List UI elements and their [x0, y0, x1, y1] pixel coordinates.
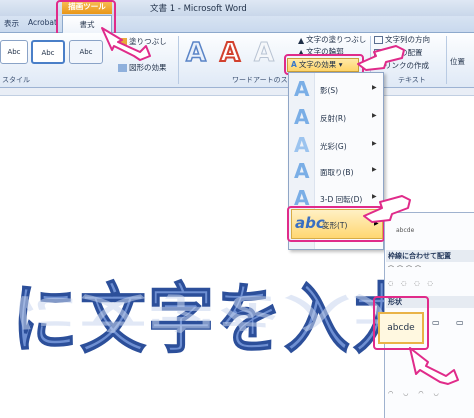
- wordart-style-red-a[interactable]: A: [219, 37, 241, 69]
- ribbon-separator: [446, 36, 447, 84]
- horizontal-ruler[interactable]: [0, 88, 474, 96]
- shape-style-sample-3[interactable]: Abc: [69, 40, 103, 64]
- no-transform-sample[interactable]: abcde: [396, 227, 414, 234]
- menu-item-label: 影(S): [320, 86, 339, 95]
- wordart-style-outline-a[interactable]: A: [185, 37, 207, 69]
- tab-display[interactable]: 表示: [4, 18, 19, 29]
- follow-path-header: 枠線に合わせて配置: [386, 250, 474, 262]
- warp-samples-row[interactable]: ◠ ◡ ◠ ◡: [388, 390, 443, 397]
- shape-style-sample-2[interactable]: Abc: [31, 40, 65, 64]
- shape-style-sample-1[interactable]: Abc: [0, 40, 28, 64]
- menu-item-label: 光彩(G): [320, 142, 347, 151]
- shape-effects-label: 図形の効果: [129, 63, 167, 72]
- wordart-reflection: に文字を入力: [12, 288, 420, 336]
- style-sample-text: Abc: [7, 48, 21, 56]
- highlight-warp-sample: [373, 296, 429, 350]
- shape-effects-icon: [118, 64, 127, 72]
- position-button[interactable]: 位置: [450, 56, 465, 67]
- menu-item-shadow[interactable]: A 影(S) ▶: [292, 76, 382, 102]
- style-sample-text: Abc: [41, 49, 55, 57]
- text-fill-icon: ▲: [298, 36, 305, 45]
- style-sample-text: Abc: [79, 48, 93, 56]
- shadow-icon: A: [294, 77, 310, 101]
- menu-item-label: 反射(R): [320, 114, 347, 123]
- menu-item-glow[interactable]: A 光彩(G) ▶: [292, 132, 382, 158]
- submenu-arrow-icon: ▶: [372, 84, 377, 91]
- window-title: 文書 1 - Microsoft Word: [150, 4, 247, 14]
- submenu-arrow-icon: ▶: [372, 140, 377, 147]
- submenu-arrow-icon: ▶: [372, 112, 377, 119]
- position-label: 位置: [450, 57, 465, 66]
- pointing-hand-icon: [363, 195, 411, 223]
- follow-path-arc-sample[interactable]: ⌒⌒⌒⌒: [388, 264, 424, 273]
- reflection-icon: A: [294, 105, 310, 129]
- pointing-hand-icon: [357, 45, 405, 71]
- follow-path-circle-sample[interactable]: ◌ ◌ ◌ ◌: [388, 280, 436, 287]
- glow-icon: A: [294, 133, 310, 157]
- shape-effects-button[interactable]: 図形の効果: [118, 62, 167, 73]
- wordart-style-light-a[interactable]: A: [253, 38, 274, 69]
- warp-sample-2[interactable]: ▭: [432, 318, 452, 332]
- menu-item-label: 3-D 回転(D): [320, 195, 363, 204]
- ribbon-separator: [178, 36, 179, 84]
- submenu-arrow-icon: ▶: [372, 166, 377, 173]
- bevel-icon: A: [294, 159, 310, 183]
- pointing-hand-icon: [409, 347, 459, 385]
- tab-acrobat[interactable]: Acrobat: [28, 18, 57, 27]
- menu-item-bevel[interactable]: A 面取り(B) ▶: [292, 158, 382, 184]
- pointing-hand-icon: [101, 27, 151, 61]
- warp-sample-3[interactable]: ▭: [456, 318, 472, 332]
- menu-item-reflection[interactable]: A 反射(R) ▶: [292, 104, 382, 130]
- text-group-label: テキスト: [398, 76, 426, 84]
- menu-item-label: 面取り(B): [320, 168, 354, 177]
- shape-styles-group-label: スタイル: [2, 76, 30, 84]
